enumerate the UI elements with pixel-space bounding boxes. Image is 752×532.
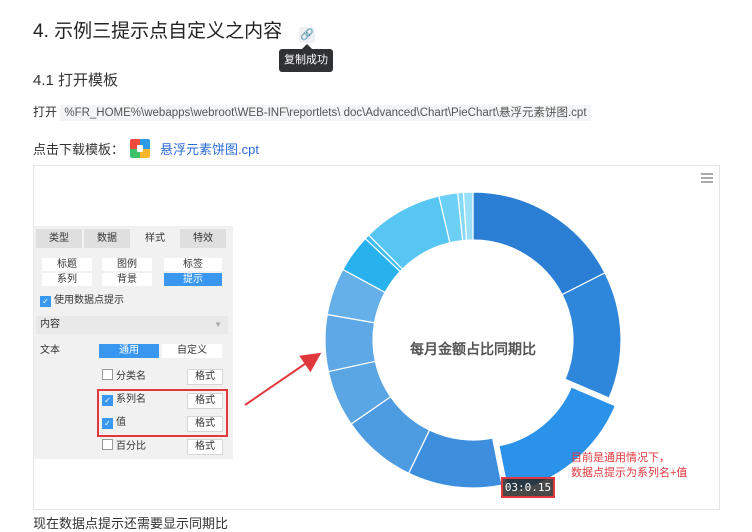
bottom-paragraph: 现在数据点提示还需要显示同期比 — [33, 516, 229, 531]
annotation-line-2: 数据点提示为系列名+值 — [571, 467, 688, 479]
annotation-note: 目前是通用情况下， 数据点提示为系列名+值 — [571, 451, 687, 481]
donut-chart-overlay — [244, 191, 622, 494]
data-point-tooltip: 03:0.15 — [501, 477, 555, 498]
donut-slice[interactable] — [472, 191, 606, 296]
pointer-arrow — [244, 352, 322, 406]
donut-slice[interactable] — [561, 272, 622, 399]
chart-title: 每月金额占比同期比 — [410, 341, 536, 357]
annotation-line-1: 目前是通用情况下， — [571, 452, 670, 464]
donut-slice[interactable] — [324, 313, 377, 373]
